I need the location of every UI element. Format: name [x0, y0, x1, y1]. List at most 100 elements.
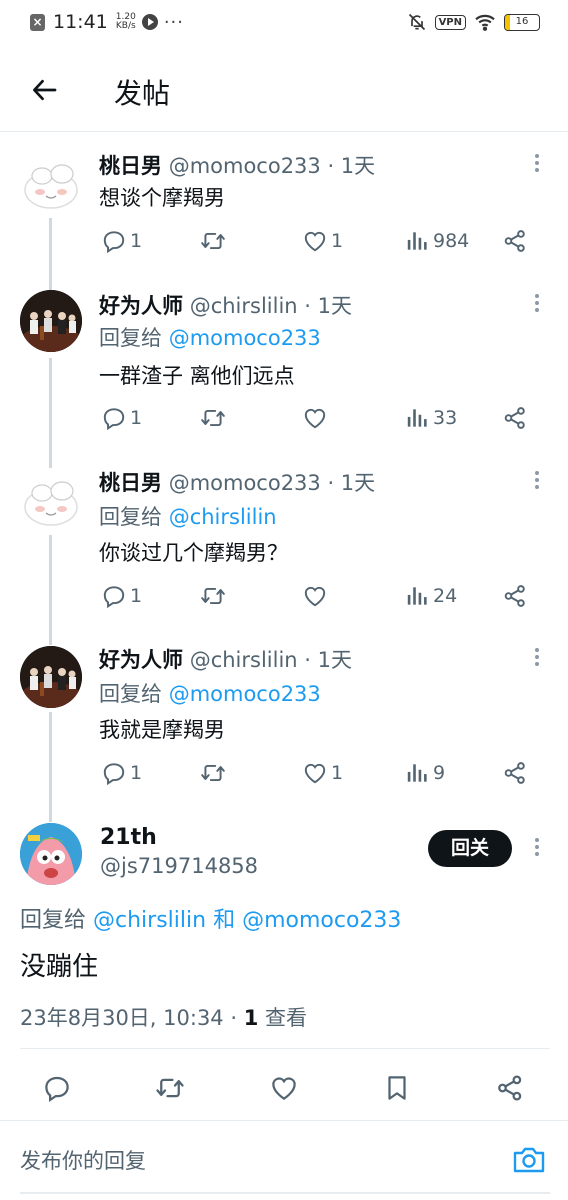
views-icon: [404, 583, 430, 609]
thread-tweet[interactable]: 桃日男 @momoco233 · 1天 回复给 @chirslilin 你谈过几…: [0, 457, 568, 627]
heart-icon: [269, 1073, 299, 1103]
tweet-text: 一群渣子 离他们远点: [99, 364, 295, 388]
retweet-icon: [155, 1073, 185, 1103]
retweet-button[interactable]: [200, 226, 229, 256]
views-button[interactable]: 984: [404, 226, 469, 256]
retweet-button[interactable]: [200, 403, 229, 433]
like-button[interactable]: [302, 403, 331, 433]
battery-level: 16: [515, 15, 529, 27]
like-button[interactable]: 1: [302, 758, 343, 788]
page-header: 发帖: [0, 50, 568, 132]
more-options-button[interactable]: [530, 646, 544, 670]
status-time: 11:41: [53, 11, 108, 33]
avatar[interactable]: [20, 290, 82, 352]
like-count: 1: [331, 762, 344, 784]
retweet-button[interactable]: [155, 1070, 185, 1106]
mention-link[interactable]: @momoco233: [169, 682, 321, 706]
handle-time: @chirslilin · 1天: [189, 294, 352, 318]
heart-icon: [302, 583, 328, 609]
thread-tweet[interactable]: 桃日男 @momoco233 · 1天 想谈个摩羯男 1 1 984: [0, 140, 568, 270]
mention-link[interactable]: @momoco233: [242, 908, 401, 933]
share-button[interactable]: [502, 403, 528, 433]
views-count[interactable]: 1: [244, 1006, 259, 1030]
tweet-header: 桃日男 @momoco233 · 1天: [99, 150, 375, 180]
reply-button[interactable]: 1: [101, 226, 142, 256]
tweet-text: 我就是摩羯男: [99, 718, 225, 742]
network-speed: 1.20 KB/s: [116, 13, 136, 31]
views-count: 24: [433, 585, 458, 607]
reply-icon: [101, 228, 127, 254]
more-options-button[interactable]: [530, 836, 544, 860]
follow-back-button[interactable]: 回关: [428, 830, 512, 867]
retweet-icon: [200, 405, 226, 431]
share-icon: [495, 1073, 525, 1103]
handle-time: @chirslilin · 1天: [189, 648, 352, 672]
vpn-badge: VPN: [434, 14, 466, 30]
network-speed-unit: KB/s: [115, 21, 136, 31]
views-button[interactable]: 24: [404, 581, 457, 611]
mention-link[interactable]: @chirslilin: [169, 505, 277, 529]
avatar[interactable]: [20, 469, 82, 531]
more-options-button[interactable]: [530, 152, 544, 176]
camera-button[interactable]: [512, 1145, 546, 1175]
like-button[interactable]: [269, 1070, 299, 1106]
more-notifications-icon: ···: [163, 11, 184, 33]
display-name[interactable]: 桃日男: [99, 154, 162, 178]
like-button[interactable]: [302, 581, 331, 611]
reply-context: 回复给 @momoco233: [99, 678, 321, 708]
orchestra-avatar-icon: [20, 290, 82, 352]
more-options-button[interactable]: [530, 469, 544, 493]
handle[interactable]: @js719714858: [100, 854, 258, 878]
back-button[interactable]: [30, 75, 60, 105]
reply-underline: [20, 1192, 550, 1194]
share-button[interactable]: [502, 758, 528, 788]
cat-avatar-icon: [24, 481, 78, 526]
reply-button[interactable]: 1: [101, 581, 142, 611]
tweet-header: 好为人师 @chirslilin · 1天: [99, 290, 352, 320]
retweet-icon: [200, 228, 226, 254]
reply-button[interactable]: 1: [101, 758, 142, 788]
tweet-meta: 23年8月30日, 10:34 · 1 查看: [20, 1002, 307, 1032]
retweet-button[interactable]: [200, 581, 229, 611]
reply-icon: [101, 760, 127, 786]
tweet-text: 没蹦住: [20, 952, 99, 982]
thread-tweet[interactable]: 好为人师 @chirslilin · 1天 回复给 @momoco233 一群渣…: [0, 280, 568, 450]
mention-link[interactable]: @chirslilin: [93, 908, 206, 933]
reply-icon: [101, 583, 127, 609]
like-button[interactable]: 1: [302, 226, 343, 256]
more-options-button[interactable]: [530, 292, 544, 316]
bookmark-icon: [382, 1073, 412, 1103]
reply-count: 1: [130, 407, 143, 429]
tweet-actions: 1 33: [99, 403, 539, 433]
display-name[interactable]: 21th: [100, 825, 157, 850]
thread-tweet[interactable]: 好为人师 @chirslilin · 1天 回复给 @momoco233 我就是…: [0, 634, 568, 804]
reply-button[interactable]: [42, 1070, 72, 1106]
display-name[interactable]: 桃日男: [99, 471, 162, 495]
display-name[interactable]: 好为人师: [99, 648, 183, 672]
views-button[interactable]: 9: [404, 758, 445, 788]
share-icon: [502, 760, 528, 786]
reply-label: 回复给: [20, 908, 87, 933]
display-name[interactable]: 好为人师: [99, 294, 183, 318]
reply-icon: [42, 1073, 72, 1103]
bell-muted-icon: [408, 13, 425, 31]
avatar[interactable]: [20, 152, 82, 214]
share-button[interactable]: [502, 581, 528, 611]
camera-icon: [513, 1147, 545, 1173]
reply-button[interactable]: 1: [101, 403, 142, 433]
mention-link[interactable]: @momoco233: [169, 326, 321, 350]
share-button[interactable]: [495, 1070, 525, 1106]
views-button[interactable]: 33: [404, 403, 457, 433]
avatar[interactable]: [20, 823, 82, 885]
share-button[interactable]: [502, 226, 528, 256]
avatar[interactable]: [20, 646, 82, 708]
heart-icon: [302, 228, 328, 254]
retweet-button[interactable]: [200, 758, 229, 788]
views-icon: [404, 405, 430, 431]
views-icon: [404, 760, 430, 786]
handle-time: @momoco233 · 1天: [168, 154, 376, 178]
reply-input[interactable]: [20, 1149, 490, 1173]
tweet-date: 23年8月30日, 10:34 ·: [20, 1006, 244, 1030]
reply-count: 1: [130, 230, 143, 252]
bookmark-button[interactable]: [382, 1070, 412, 1106]
